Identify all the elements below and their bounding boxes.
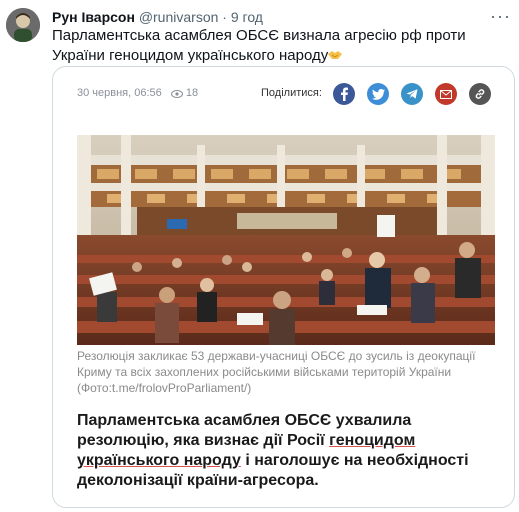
tweet-text-body: Парламентська асамблея ОБСЄ визнала агре… bbox=[52, 27, 466, 64]
tweet-header: Рун Іварсон @runivarson · 9 год bbox=[52, 8, 263, 26]
author-name[interactable]: Рун Іварсон bbox=[52, 9, 135, 25]
twitter-icon bbox=[371, 88, 385, 100]
article-card[interactable]: 30 червня, 06:56 18 Поділитися: Резолюці… bbox=[52, 66, 515, 508]
handshake-emoji-icon bbox=[328, 47, 343, 59]
author-handle[interactable]: @runivarson bbox=[139, 9, 219, 25]
photo-caption: Резолюція закликає 53 держави-учасниці О… bbox=[77, 349, 476, 395]
telegram-share-button[interactable] bbox=[401, 83, 423, 105]
telegram-icon bbox=[406, 89, 418, 99]
assembly-hall-image bbox=[77, 135, 495, 345]
separator-dot: · bbox=[222, 9, 227, 25]
copy-link-button[interactable] bbox=[469, 83, 491, 105]
link-icon bbox=[475, 89, 485, 99]
article-headline[interactable]: Парламентська асамблея ОБСЄ ухвалила рез… bbox=[77, 411, 495, 491]
facebook-share-button[interactable] bbox=[333, 83, 355, 105]
share-label: Поділитися: bbox=[261, 87, 322, 99]
article-meta: 30 червня, 06:56 18 bbox=[77, 87, 198, 99]
twitter-share-button[interactable] bbox=[367, 83, 389, 105]
email-share-button[interactable] bbox=[435, 83, 457, 105]
author-avatar[interactable] bbox=[6, 8, 40, 42]
facebook-icon bbox=[341, 87, 348, 101]
article-views: 18 bbox=[185, 87, 199, 99]
article-date: 30 червня, 06:56 bbox=[77, 87, 162, 99]
more-options-icon[interactable]: ··· bbox=[490, 6, 511, 27]
article-photo[interactable] bbox=[77, 135, 495, 345]
tweet-text: Парламентська асамблея ОБСЄ визнала агре… bbox=[52, 26, 502, 66]
tweet-timestamp[interactable]: 9 год bbox=[231, 9, 263, 25]
eye-icon bbox=[170, 89, 183, 99]
email-icon bbox=[440, 89, 452, 99]
